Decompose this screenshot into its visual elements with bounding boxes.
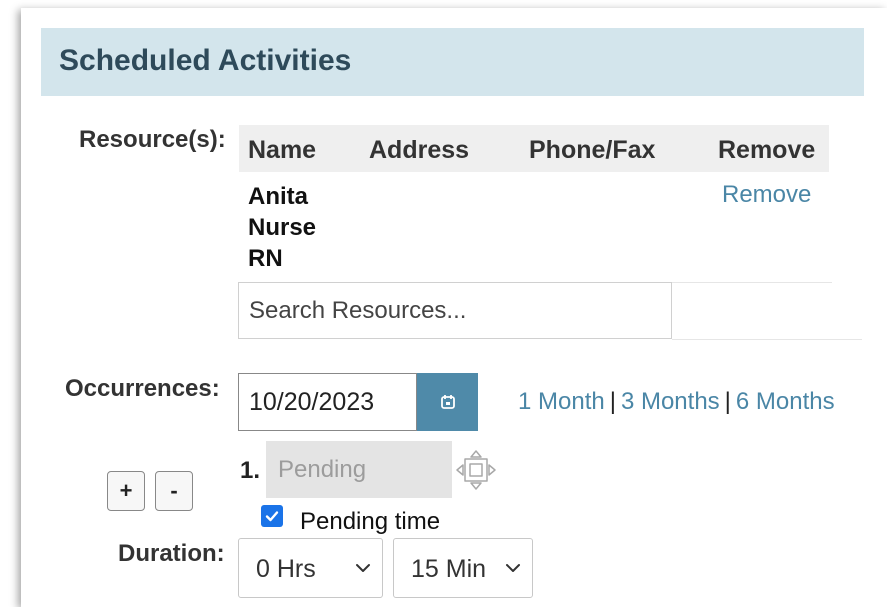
check-icon [265, 511, 279, 522]
chevron-down-icon [356, 564, 370, 572]
resource-name-cell: Anita Nurse RN [248, 181, 316, 274]
column-header-name: Name [248, 136, 317, 164]
resource-last-name: Nurse [248, 214, 317, 241]
quick-link-1-month[interactable]: 1 Month [518, 388, 605, 415]
resources-table-header: Name Address Phone/Fax Remove [239, 125, 829, 172]
duration-hours-value: 0 Hrs [256, 555, 316, 583]
pending-time-label: Pending time [300, 508, 441, 535]
column-header-address: Address [369, 136, 470, 164]
remove-occurrence-button[interactable]: - [155, 471, 193, 511]
section-title: Scheduled Activities [59, 44, 352, 77]
link-separator: | [724, 388, 731, 415]
search-resources-input[interactable] [239, 283, 671, 338]
occurrence-date-input[interactable] [238, 373, 417, 431]
divider [672, 339, 862, 340]
resources-label: Resource(s): [79, 126, 226, 153]
column-header-remove: Remove [718, 136, 816, 164]
calendar-button[interactable] [417, 373, 478, 431]
section-header: Scheduled Activities [41, 28, 864, 96]
resource-first-name: Anita [248, 183, 308, 210]
chevron-down-icon [506, 564, 520, 572]
quick-range-links: 1 Month | 3 Months | 6 Months [518, 388, 835, 416]
divider [672, 282, 832, 283]
resource-title: RN [248, 245, 283, 272]
quick-link-3-months[interactable]: 3 Months [621, 388, 720, 415]
occurrence-time-field[interactable] [266, 441, 452, 498]
duration-minutes-select[interactable]: 15 Min [393, 538, 533, 598]
pending-time-checkbox[interactable] [261, 505, 283, 527]
add-occurrence-button[interactable]: + [107, 471, 145, 511]
duration-hours-select[interactable]: 0 Hrs [238, 538, 383, 598]
occurrence-time-input[interactable] [266, 441, 452, 498]
occurrences-label: Occurrences: [65, 375, 220, 402]
calendar-icon [440, 395, 455, 409]
column-header-phone-fax: Phone/Fax [529, 136, 656, 164]
move-icon[interactable] [455, 449, 497, 491]
occurrence-number: 1. [240, 457, 261, 484]
duration-minutes-value: 15 Min [411, 555, 487, 583]
quick-link-6-months[interactable]: 6 Months [736, 388, 835, 415]
link-separator: | [609, 388, 616, 415]
scheduled-activities-panel: Scheduled Activities Resource(s): Name A… [21, 8, 887, 607]
search-resources-field[interactable] [238, 282, 672, 339]
remove-resource-link[interactable]: Remove [722, 181, 811, 209]
duration-label: Duration: [118, 540, 225, 567]
